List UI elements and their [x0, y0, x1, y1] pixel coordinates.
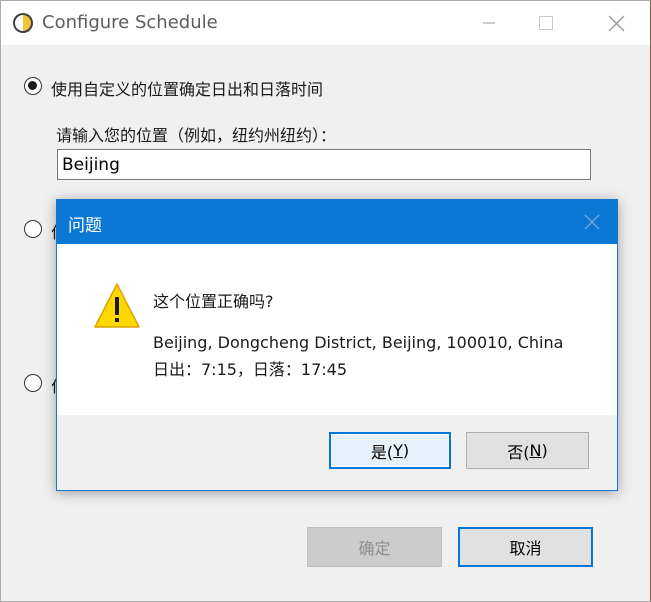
yes-access-key: Y — [393, 441, 403, 460]
window-titlebar[interactable]: Configure Schedule — [1, 1, 650, 45]
dialog-address: Beijing, Dongcheng District, Beijing, 10… — [153, 333, 564, 352]
radio-option-3[interactable] — [24, 374, 42, 392]
dialog-sun-times: 日出：7:15，日落：17:45 — [153, 360, 348, 379]
close-icon[interactable] — [592, 1, 638, 45]
confirm-location-dialog: 问题 这个位置正确吗? Beijing, Dongcheng District,… — [56, 199, 618, 491]
radio-selected-dot — [28, 81, 37, 90]
yes-button-label: 是( — [370, 442, 394, 462]
location-prompt-label: 请输入您的位置（例如，纽约州纽约）： — [56, 126, 337, 145]
radio-custom-location[interactable] — [24, 77, 42, 95]
warning-icon — [94, 283, 140, 328]
no-access-key: N — [529, 441, 542, 460]
maximize-icon[interactable] — [522, 1, 568, 45]
yes-button[interactable]: 是(Y) — [329, 432, 451, 469]
ok-button[interactable]: 确定 — [307, 527, 442, 567]
custom-location-label: 使用自定义的位置确定日出和日落时间 — [51, 80, 324, 99]
radio-option-2[interactable] — [24, 220, 42, 238]
location-input[interactable] — [57, 149, 591, 180]
no-button[interactable]: 否(N) — [466, 432, 589, 469]
dialog-titlebar[interactable]: 问题 — [57, 200, 617, 244]
minimize-icon[interactable] — [466, 1, 512, 45]
dialog-close-icon[interactable] — [577, 210, 607, 234]
cancel-button[interactable]: 取消 — [458, 527, 593, 567]
dialog-button-bar: 是(Y) 否(N) — [57, 415, 617, 490]
yes-button-label-end: ) — [402, 441, 410, 460]
half-sun-icon — [13, 13, 33, 33]
dialog-question: 这个位置正确吗? — [153, 292, 274, 311]
no-button-label: 否( — [507, 442, 530, 462]
no-button-label-end: ) — [541, 441, 548, 460]
dialog-title: 问题 — [68, 216, 102, 236]
window-title: Configure Schedule — [42, 12, 218, 33]
